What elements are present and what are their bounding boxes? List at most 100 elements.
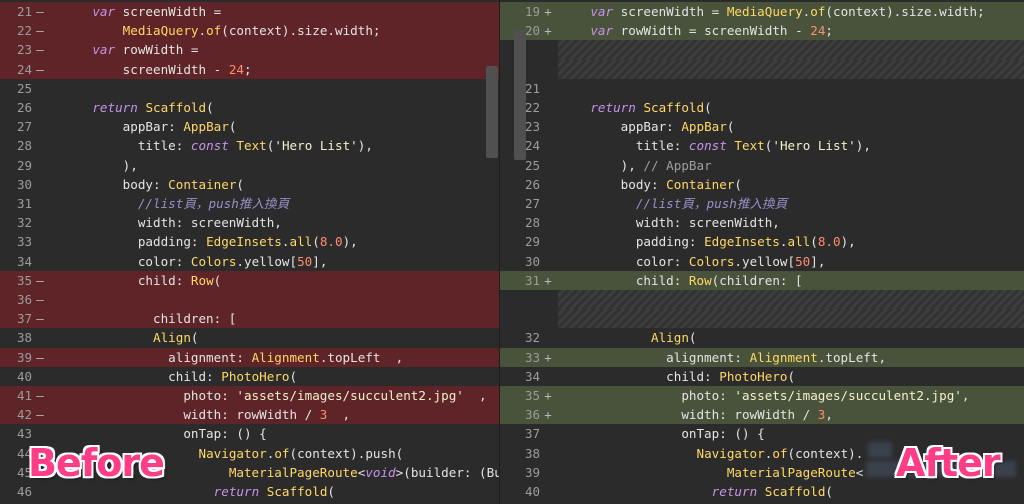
code-token: width: rowWidth / <box>560 407 818 423</box>
code-text[interactable]: child: Row( <box>62 271 221 290</box>
code-token: ( <box>704 100 712 115</box>
code-token: ( <box>312 234 320 250</box>
line-number: 19 <box>524 4 540 19</box>
code-token: Scaffold <box>764 484 826 499</box>
code-text[interactable]: photo: 'assets/images/succulent2.jpg' , <box>62 386 486 405</box>
code-text[interactable]: title: const Text('Hero List'), <box>560 136 871 155</box>
code-text[interactable]: child: PhotoHero( <box>62 367 297 386</box>
before-label: Before <box>28 441 165 485</box>
code-text[interactable]: MediaQuery.of(context).size.width; <box>62 21 381 40</box>
code-text[interactable]: var screenWidth = <box>62 2 221 21</box>
code-text[interactable]: padding: EdgeInsets.all(8.0), <box>62 232 358 251</box>
code-token: appBar: <box>560 119 682 135</box>
diff-marker: — <box>36 349 44 365</box>
line-number: 29 <box>524 234 540 250</box>
code-text[interactable]: //list頁，push推入換頁 <box>62 194 289 213</box>
code-text[interactable]: return Scaffold( <box>560 482 833 501</box>
code-text[interactable]: //list頁，push推入換頁 <box>560 194 787 213</box>
code-text[interactable]: width: screenWidth, <box>62 213 282 232</box>
code-token: child: <box>560 368 720 384</box>
code-token: alignment: <box>62 349 252 365</box>
line-gutter: 29 <box>0 156 45 175</box>
code-text[interactable]: photo: 'assets/images/succulent2.jpg', <box>560 386 969 405</box>
code-text[interactable]: child: PhotoHero( <box>560 367 795 386</box>
before-pane[interactable]: 21— var screenWidth = 22— MediaQuery.of(c… <box>0 0 499 504</box>
code-text[interactable]: onTap: () { <box>560 424 764 443</box>
line-gutter: 24— <box>0 60 45 79</box>
code-token: ), <box>855 138 871 154</box>
code-token: ), <box>342 234 358 250</box>
right-scrollbar-thumb[interactable] <box>514 30 526 160</box>
code-text[interactable]: appBar: AppBar( <box>560 117 735 136</box>
code-token: (context). <box>787 445 864 461</box>
code-text[interactable]: return Scaffold( <box>560 98 712 117</box>
code-line: 26 return Scaffold( <box>0 98 499 117</box>
code-token: of <box>772 445 788 461</box>
code-text[interactable]: appBar: AppBar( <box>62 117 237 136</box>
line-gutter: 33 <box>0 232 45 251</box>
code-text[interactable]: var screenWidth = MediaQuery.of(context)… <box>560 2 985 21</box>
code-text[interactable]: body: Container( <box>560 175 742 194</box>
code-text[interactable]: width: rowWidth / 3, <box>560 405 833 424</box>
code-line: 30 color: Colors.yellow[50], <box>500 252 1024 271</box>
code-token: Container <box>168 176 237 192</box>
code-text[interactable]: ), <box>62 156 138 175</box>
line-gutter: 30 <box>0 175 45 194</box>
diff-marker: — <box>36 61 44 77</box>
code-text[interactable]: width: rowWidth / 3 , <box>62 405 350 424</box>
code-line: 21 — var screenWidth = <box>0 2 499 22</box>
code-token: MaterialPageRoute <box>228 464 358 480</box>
code-text[interactable]: MaterialPageRoute< <box>560 463 864 482</box>
code-text[interactable]: color: Colors.yellow[50], <box>62 252 328 271</box>
code-text[interactable]: alignment: Alignment.topLeft, <box>560 348 886 367</box>
code-text[interactable]: title: const Text('Hero List'), <box>62 136 373 155</box>
line-number: 40 <box>16 368 32 384</box>
code-line: 21 <box>500 79 1024 98</box>
code-token: title: <box>62 138 191 154</box>
line-number: 26 <box>16 100 32 115</box>
code-text[interactable]: color: Colors.yellow[50], <box>560 252 826 271</box>
code-text[interactable]: padding: EdgeInsets.all(8.0), <box>560 232 856 251</box>
code-token: Navigator <box>198 445 267 461</box>
left-scrollbar-thumb[interactable] <box>486 66 498 158</box>
line-number: 39 <box>16 349 32 365</box>
code-text[interactable]: var rowWidth = <box>62 40 198 59</box>
code-line: 24— screenWidth - 24; <box>0 59 499 79</box>
code-text[interactable]: child: Row(children: [ <box>560 271 803 290</box>
line-gutter: 40 <box>0 367 45 386</box>
code-text[interactable]: var rowWidth = screenWidth - 24; <box>560 21 833 40</box>
code-token: (context).size.width; <box>825 4 985 19</box>
code-line: 23— var rowWidth = <box>0 40 499 60</box>
line-number: 32 <box>16 215 32 231</box>
code-text[interactable]: Navigator.of(context). <box>560 444 863 463</box>
code-token: Scaffold <box>145 100 207 115</box>
code-line: 40 child: PhotoHero( <box>0 367 499 386</box>
code-text[interactable]: width: screenWidth, <box>560 213 780 232</box>
code-text[interactable]: ), // AppBar <box>560 156 712 175</box>
code-text[interactable]: body: Container( <box>62 175 244 194</box>
code-token: PhotoHero <box>719 368 788 384</box>
line-number: 28 <box>16 138 32 154</box>
code-token: , <box>825 407 833 423</box>
code-line: 27 appBar: AppBar( <box>0 117 499 136</box>
code-token: photo: <box>560 388 735 403</box>
diff-marker: — <box>36 311 44 327</box>
after-pane[interactable]: 19 + var screenWidth = MediaQuery.of(cont… <box>499 0 1024 504</box>
line-number: 28 <box>524 215 540 231</box>
code-line: 31 //list頁，push推入換頁 <box>0 194 499 213</box>
code-token: ( <box>726 119 735 135</box>
code-token: Row <box>190 272 214 288</box>
line-gutter: 33 + <box>510 348 553 367</box>
code-text[interactable]: return Scaffold( <box>62 98 213 117</box>
code-text[interactable]: Align( <box>560 328 697 347</box>
code-text[interactable]: children: [ <box>62 309 236 328</box>
code-text[interactable]: screenWidth - 24; <box>62 60 252 79</box>
code-token: ( <box>190 330 199 346</box>
code-token: MediaQuery <box>122 23 199 39</box>
code-token: ( <box>825 484 834 499</box>
code-token: Navigator <box>696 445 765 461</box>
code-text[interactable]: Align( <box>62 328 199 347</box>
code-text[interactable]: alignment: Alignment.topLeft , <box>62 348 403 367</box>
